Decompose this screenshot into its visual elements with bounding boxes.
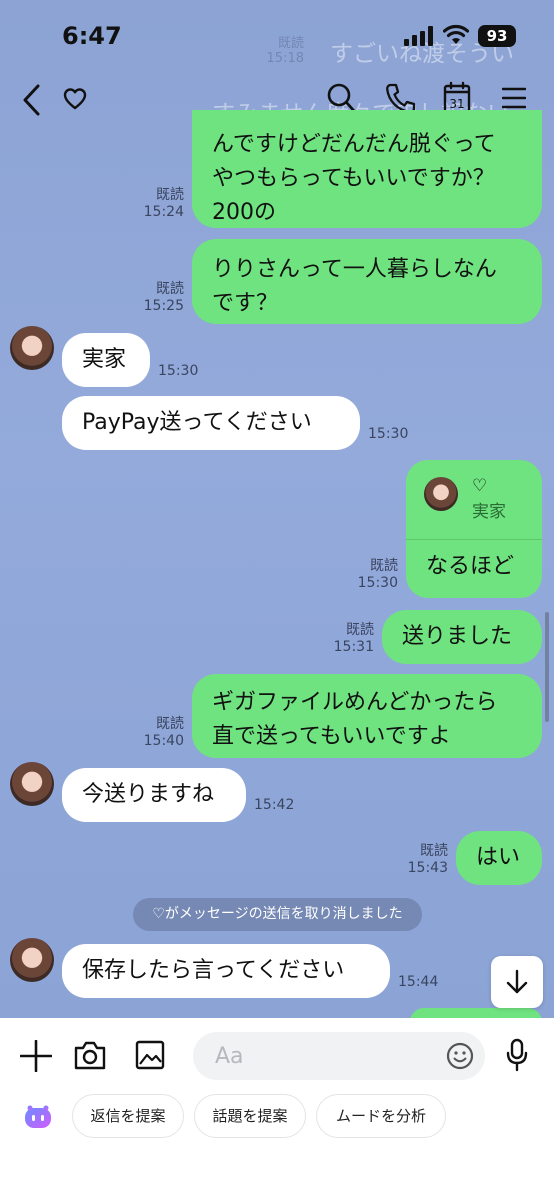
message-meta: 既読 15:25 [130, 281, 184, 315]
read-receipt: 既読 [156, 716, 184, 732]
heart-icon [63, 88, 87, 110]
battery-indicator: 93 [478, 25, 516, 47]
message-time: 15:42 [254, 797, 295, 813]
message-text: 保存したら言ってください [82, 958, 345, 983]
message-time: 15:25 [143, 298, 184, 314]
outgoing-message-bubble[interactable]: りりさんって一人暮らしなん です？ [192, 239, 542, 324]
unsend-system-notice: ♡がメッセージの送信を取り消しました [133, 898, 422, 931]
incoming-message-bubble[interactable]: 今送りますね [62, 768, 246, 822]
read-receipt: 既読 [156, 281, 184, 297]
message-text: りりさんって一人暮らしなん です？ [212, 257, 497, 316]
message-text: 送りました [402, 624, 513, 649]
message-meta: 既読 15:40 [130, 716, 184, 750]
contact-avatar[interactable] [10, 762, 54, 806]
read-receipt: 既読 [156, 187, 184, 203]
incoming-message-bubble[interactable]: 保存したら言ってください [62, 944, 390, 998]
message-text: はい [476, 845, 521, 870]
arrow-down-icon [506, 969, 528, 994]
analyze-mood-chip[interactable]: ムードを分析 [316, 1094, 446, 1138]
message-time: 15:43 [407, 860, 448, 876]
message-time: 15:24 [143, 204, 184, 220]
message-meta: 既読 15:43 [394, 843, 448, 877]
microphone-icon[interactable] [505, 1038, 529, 1072]
outgoing-message-bubble[interactable]: ギガファイルめんどかったら 直で送ってもいいですよ [192, 674, 542, 758]
status-bar: 6:47 93 [0, 0, 554, 70]
message-time: 15:30 [357, 575, 398, 591]
message-time: 15:31 [333, 639, 374, 655]
image-icon[interactable] [135, 1040, 165, 1070]
menu-icon[interactable] [502, 86, 526, 110]
incoming-message-bubble[interactable]: PayPay送ってください [62, 396, 360, 450]
ai-assistant-icon[interactable] [24, 1104, 52, 1130]
status-time: 6:47 [62, 22, 122, 50]
outgoing-message-bubble[interactable]: はい [456, 831, 542, 885]
emoji-icon[interactable] [446, 1042, 474, 1070]
message-input[interactable] [193, 1032, 485, 1080]
message-time: 15:30 [158, 363, 199, 379]
contact-avatar[interactable] [10, 938, 54, 982]
scroll-indicator [545, 612, 549, 722]
message-text: PayPay送ってください [82, 410, 312, 435]
quoted-avatar [424, 477, 458, 511]
incoming-message-bubble[interactable]: 実家 [62, 333, 150, 387]
back-arrow-icon[interactable] [20, 82, 44, 118]
message-time: 15:44 [398, 974, 439, 990]
outgoing-message-bubble[interactable]: んですけどだんだん脱ぐって やつもらってもいいですか？ 200の [192, 110, 542, 228]
plus-icon[interactable] [20, 1040, 52, 1072]
message-time: 15:30 [368, 426, 409, 442]
message-text: なるほど [426, 554, 515, 579]
contact-avatar[interactable] [10, 326, 54, 370]
message-text: ギガファイルめんどかったら 直で送ってもいいですよ [212, 690, 498, 749]
outgoing-reply-bubble[interactable]: ♡ 実家 なるほど [406, 460, 542, 598]
read-receipt: 既読 [370, 558, 398, 574]
message-meta: 既読 15:31 [320, 622, 374, 656]
read-receipt: 既読 [346, 622, 374, 638]
message-meta: 既読 15:24 [130, 187, 184, 221]
message-time: 15:40 [143, 733, 184, 749]
wifi-icon [443, 24, 469, 44]
message-text: 実家 [82, 347, 127, 372]
scroll-to-bottom-button[interactable] [491, 956, 543, 1008]
quoted-message-text: 実家 [472, 502, 506, 522]
reply-divider [406, 539, 542, 540]
svg-text:31: 31 [449, 97, 464, 111]
outgoing-message-bubble[interactable]: 送りました [382, 610, 542, 664]
message-text: 今送りますね [82, 782, 215, 807]
message-meta: 既読 15:30 [344, 558, 398, 592]
message-text: んですけどだんだん脱ぐって やつもらってもいいですか？ 200の [212, 132, 496, 225]
camera-icon[interactable] [74, 1040, 106, 1070]
read-receipt: 既読 [420, 843, 448, 859]
suggest-reply-chip[interactable]: 返信を提案 [72, 1094, 184, 1138]
suggest-topic-chip[interactable]: 話題を提案 [194, 1094, 306, 1138]
quoted-sender-name: ♡ [472, 476, 488, 496]
message-composer: 返信を提案 話題を提案 ムードを分析 [0, 1018, 554, 1199]
cellular-signal-icon [404, 26, 433, 46]
